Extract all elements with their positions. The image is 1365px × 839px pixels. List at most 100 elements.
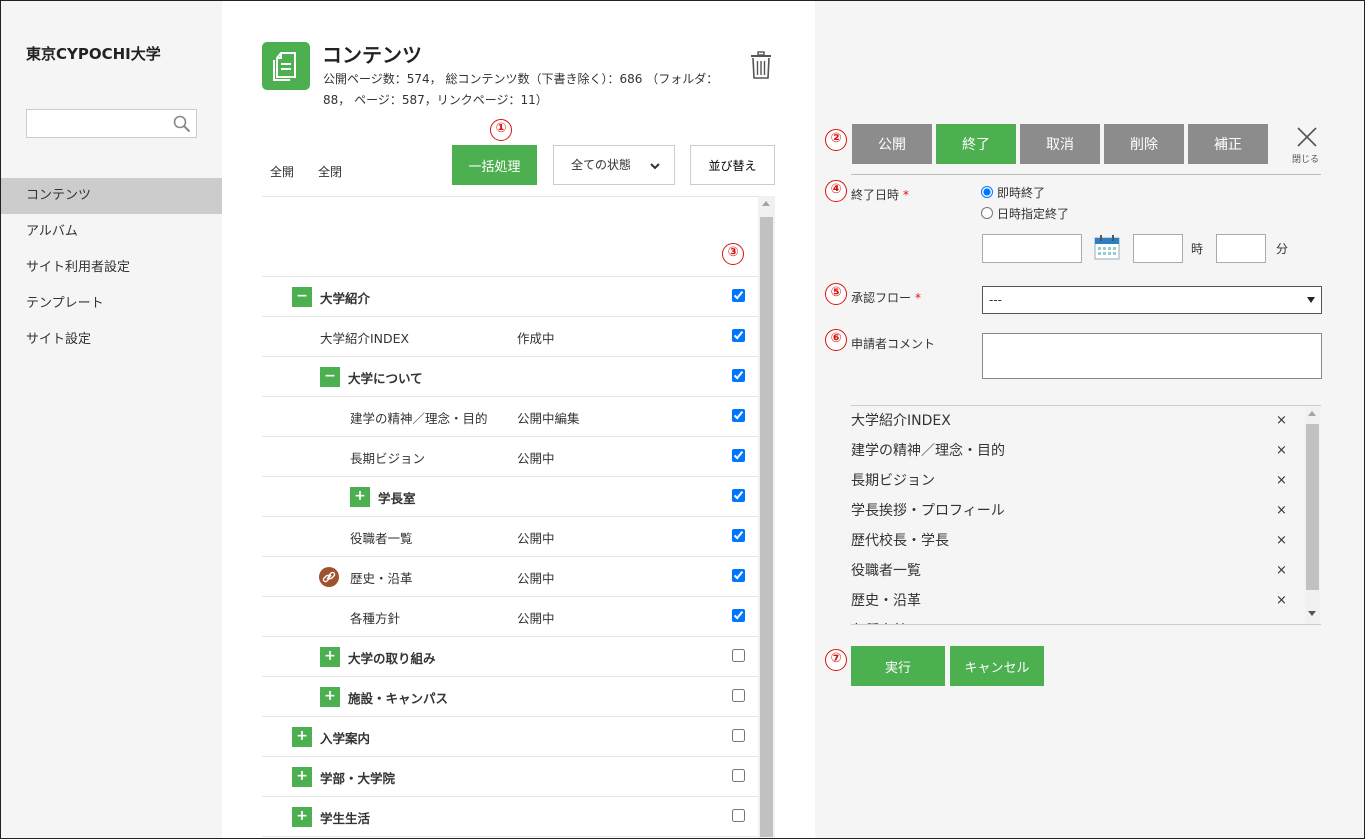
page-label[interactable]: 大学紹介INDEX — [320, 328, 409, 347]
tree-row[interactable]: + 施設・キャンパス — [262, 677, 758, 717]
page-label[interactable]: 歴史・沿革 — [350, 568, 413, 587]
tree-row[interactable]: + 学生生活 — [262, 797, 758, 837]
selected-item-label: 長期ビジョン — [851, 473, 935, 489]
status-text: 公開中 — [517, 611, 555, 626]
status-filter-select[interactable]: 全ての状態 — [553, 145, 675, 185]
row-checkbox[interactable] — [732, 329, 745, 342]
minute-input[interactable] — [1216, 234, 1266, 263]
row-checkbox[interactable] — [732, 449, 745, 462]
page-label[interactable]: 各種方針 — [350, 608, 400, 627]
end-date-input[interactable] — [982, 234, 1082, 263]
applicant-comment-input[interactable] — [982, 333, 1322, 379]
row-checkbox[interactable] — [732, 569, 745, 582]
selected-list-scrollbar[interactable] — [1305, 406, 1320, 624]
tree-row[interactable]: 各種方針 公開中 — [262, 597, 758, 637]
remove-icon[interactable]: × — [1276, 406, 1287, 436]
correct-button[interactable]: 補正 — [1188, 124, 1268, 164]
sidebar-item-album[interactable]: アルバム — [1, 214, 222, 250]
row-checkbox[interactable] — [732, 489, 745, 502]
tree-row[interactable]: − 大学について — [262, 357, 758, 397]
folder-label[interactable]: 学生生活 — [320, 808, 370, 827]
collapse-toggle-icon[interactable]: − — [292, 287, 312, 307]
remove-icon[interactable]: × — [1276, 616, 1287, 624]
bulk-action-button[interactable]: 一括処理 — [452, 145, 537, 185]
row-checkbox[interactable] — [732, 689, 745, 702]
revoke-button[interactable]: 取消 — [1020, 124, 1100, 164]
close-icon[interactable] — [1295, 125, 1319, 149]
search-input[interactable] — [27, 110, 167, 137]
remove-icon[interactable]: × — [1276, 526, 1287, 556]
row-checkbox[interactable] — [732, 289, 745, 302]
expand-toggle-icon[interactable]: + — [292, 767, 312, 787]
folder-label[interactable]: 施設・キャンパス — [348, 688, 448, 707]
trash-icon[interactable] — [750, 51, 772, 79]
tree-row[interactable]: − 大学紹介 — [262, 277, 758, 317]
row-checkbox[interactable] — [732, 809, 745, 822]
page-label[interactable]: 長期ビジョン — [350, 448, 425, 467]
remove-icon[interactable]: × — [1276, 466, 1287, 496]
collapse-toggle-icon[interactable]: − — [320, 367, 340, 387]
close-label[interactable]: 閉じる — [1292, 152, 1319, 165]
tree-row[interactable]: 建学の精神／理念・目的 公開中編集 — [262, 397, 758, 437]
radio-scheduled[interactable]: 日時指定終了 — [981, 206, 1069, 222]
expand-toggle-icon[interactable]: + — [320, 647, 340, 667]
tree-row[interactable]: 歴史・沿革 公開中 — [262, 557, 758, 597]
tree-row[interactable]: + 学長室 — [262, 477, 758, 517]
tree-row[interactable]: 役職者一覧 公開中 — [262, 517, 758, 557]
sidebar-item-contents[interactable]: コンテンツ — [1, 178, 222, 214]
sidebar-item-templates[interactable]: テンプレート — [1, 286, 222, 322]
approval-flow-select[interactable]: --- — [982, 286, 1322, 314]
collapse-all-link[interactable]: 全閉 — [318, 163, 342, 180]
remove-icon[interactable]: × — [1276, 556, 1287, 586]
remove-icon[interactable]: × — [1276, 496, 1287, 526]
radio-immediate-input[interactable] — [981, 186, 993, 198]
expand-toggle-icon[interactable]: + — [320, 687, 340, 707]
folder-label[interactable]: 学長室 — [378, 488, 416, 507]
row-checkbox[interactable] — [732, 729, 745, 742]
sidebar-item-site-users[interactable]: サイト利用者設定 — [1, 250, 222, 286]
scroll-down-arrow-icon[interactable] — [1308, 611, 1316, 616]
tree-row[interactable]: + 学部・大学院 — [262, 757, 758, 797]
tree-row[interactable]: 大学紹介INDEX 作成中 — [262, 317, 758, 357]
tree-row[interactable]: + 入学案内 — [262, 717, 758, 757]
row-checkbox[interactable] — [732, 769, 745, 782]
selected-list-scroll-thumb[interactable] — [1306, 424, 1319, 590]
delete-button[interactable]: 削除 — [1104, 124, 1184, 164]
row-checkbox[interactable] — [732, 529, 745, 542]
end-button[interactable]: 終了 — [936, 124, 1016, 164]
folder-label[interactable]: 学部・大学院 — [320, 768, 395, 787]
remove-icon[interactable]: × — [1276, 436, 1287, 466]
expand-all-link[interactable]: 全開 — [270, 163, 294, 180]
tree-row[interactable]: 長期ビジョン 公開中 — [262, 437, 758, 477]
remove-icon[interactable]: × — [1276, 586, 1287, 616]
row-checkbox[interactable] — [732, 369, 745, 382]
cancel-button[interactable]: キャンセル — [950, 646, 1044, 686]
scroll-up-arrow-icon[interactable] — [762, 201, 770, 206]
expand-toggle-icon[interactable]: + — [292, 727, 312, 747]
folder-label[interactable]: 大学について — [348, 368, 423, 387]
expand-toggle-icon[interactable]: + — [350, 487, 370, 507]
hour-input[interactable] — [1133, 234, 1183, 263]
tree-scrollbar[interactable] — [758, 196, 775, 838]
scroll-up-arrow-icon[interactable] — [1308, 411, 1316, 416]
row-checkbox[interactable] — [732, 609, 745, 622]
row-checkbox[interactable] — [732, 409, 745, 422]
folder-label[interactable]: 大学紹介 — [320, 288, 370, 307]
run-button[interactable]: 実行 — [851, 646, 945, 686]
sort-button[interactable]: 並び替え — [690, 145, 775, 185]
search-icon[interactable] — [173, 115, 191, 133]
radio-immediate[interactable]: 即時終了 — [981, 185, 1045, 201]
tree-scroll-thumb[interactable] — [760, 217, 773, 837]
page-label[interactable]: 建学の精神／理念・目的 — [350, 408, 488, 427]
tree-row[interactable]: + 大学の取り組み — [262, 637, 758, 677]
page-label[interactable]: 役職者一覧 — [350, 528, 413, 547]
expand-toggle-icon[interactable]: + — [292, 807, 312, 827]
row-checkbox[interactable] — [732, 649, 745, 662]
sidebar-item-site-settings[interactable]: サイト設定 — [1, 322, 222, 358]
folder-label[interactable]: 大学の取り組み — [348, 648, 436, 667]
publish-button[interactable]: 公開 — [852, 124, 932, 164]
radio-immediate-label: 即時終了 — [997, 186, 1046, 200]
radio-scheduled-input[interactable] — [981, 207, 993, 219]
folder-label[interactable]: 入学案内 — [320, 728, 370, 747]
calendar-icon[interactable] — [1094, 234, 1120, 260]
